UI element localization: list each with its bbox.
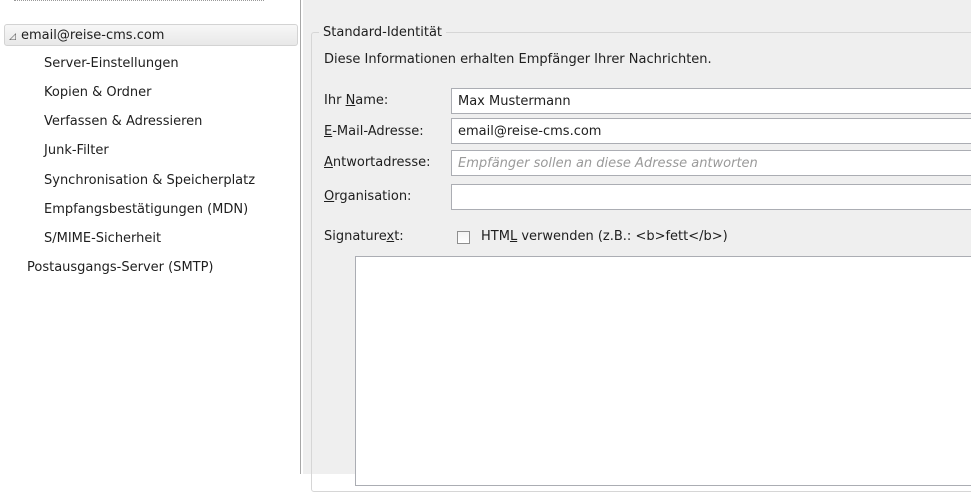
tree-item-label: Server-Einstellungen [44, 56, 179, 71]
account-tree: ◿ email@reise-cms.com Server-Einstellunge… [0, 0, 301, 474]
tree-item-server-settings[interactable]: Server-Einstellungen [44, 53, 179, 75]
tree-item-composition[interactable]: Verfassen & Adressieren [44, 111, 202, 133]
identity-legend: Standard-Identität [319, 24, 447, 42]
html-signature-checkbox[interactable] [457, 231, 470, 244]
tree-item-junk-filter[interactable]: Junk-Filter [44, 140, 109, 162]
collapse-arrow-icon[interactable]: ◿ [9, 26, 21, 48]
tree-item-label: Empfangsbestätigungen (MDN) [44, 202, 249, 217]
reply-to-field[interactable] [451, 150, 971, 176]
email-label: E-Mail-Adresse: [324, 124, 424, 139]
tree-item-label: Verfassen & Adressieren [44, 114, 203, 129]
organization-field[interactable] [451, 184, 971, 210]
tree-item-label: Postausgangs-Server (SMTP) [27, 260, 214, 275]
organization-label: Organisation: [324, 189, 412, 204]
tree-item-smtp[interactable]: Postausgangs-Server (SMTP) [27, 257, 214, 279]
tree-item-label: email@reise-cms.com [21, 28, 165, 43]
tree-item-smime[interactable]: S/MIME-Sicherheit [44, 228, 161, 250]
name-field[interactable] [451, 88, 971, 114]
tree-item-sync-storage[interactable]: Synchronisation & Speicherplatz [44, 170, 255, 192]
tree-item-label: Kopien & Ordner [44, 85, 152, 100]
identity-description: Diese Informationen erhalten Empfänger I… [324, 52, 712, 67]
tree-item-return-receipts[interactable]: Empfangsbestätigungen (MDN) [44, 199, 248, 221]
reply-to-label: Antwortadresse: [324, 155, 431, 170]
signature-label: Signaturext: [324, 229, 404, 244]
tree-item-copies-folders[interactable]: Kopien & Ordner [44, 82, 152, 104]
email-field[interactable] [451, 118, 971, 144]
tree-connector [14, 0, 264, 7]
tree-item-label: S/MIME-Sicherheit [44, 231, 162, 246]
settings-panel: Standard-Identität Diese Informationen e… [303, 0, 971, 492]
html-signature-label[interactable]: HTML verwenden (z.B.: <b>fett</b>) [481, 228, 728, 246]
tree-item-label: Synchronisation & Speicherplatz [44, 173, 256, 188]
tree-item-account[interactable]: ◿ email@reise-cms.com [4, 24, 298, 46]
name-label: Ihr Name: [324, 93, 389, 108]
tree-item-label: Junk-Filter [44, 143, 109, 158]
signature-textarea[interactable] [355, 256, 971, 486]
